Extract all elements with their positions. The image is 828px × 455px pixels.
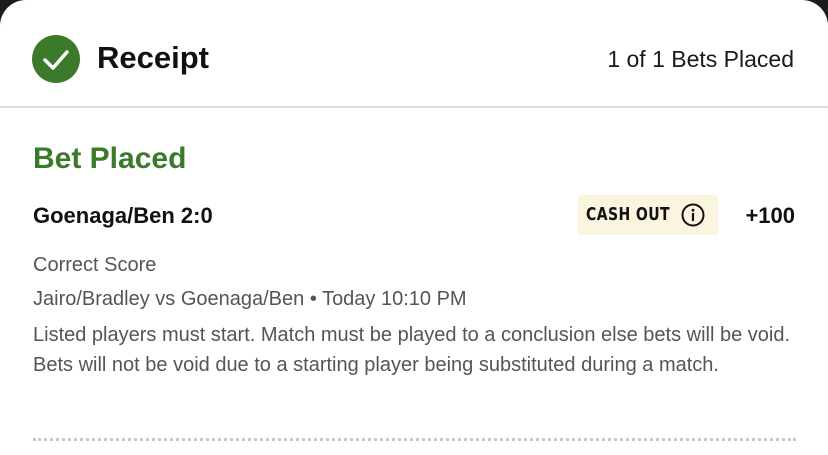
receipt-header: Receipt 1 of 1 Bets Placed — [0, 0, 828, 108]
bet-odds: +100 — [745, 203, 795, 228]
receipt-sheet: Receipt 1 of 1 Bets Placed Bet Placed Go… — [0, 0, 828, 455]
bet-status: Bet Placed — [33, 142, 187, 175]
bet-rules: Listed players must start. Match must be… — [33, 324, 791, 376]
checkmark-icon — [32, 35, 80, 83]
cash-out-label: CASH OUT — [586, 204, 670, 225]
event-line: Jairo/Bradley vs Goenaga/Ben • Today 10:… — [33, 286, 467, 312]
bet-selection: Goenaga/Ben 2:0 — [33, 203, 213, 228]
event-teams: Jairo/Bradley vs Goenaga/Ben — [33, 288, 305, 310]
bet-market: Correct Score — [33, 254, 157, 276]
receipt-title: Receipt — [97, 40, 209, 75]
bets-placed-count: 1 of 1 Bets Placed — [607, 46, 794, 72]
cash-out-button[interactable]: CASH OUT — [578, 195, 718, 235]
info-icon[interactable] — [681, 203, 705, 227]
event-time: Today 10:10 PM — [322, 288, 467, 310]
event-separator: • — [309, 288, 317, 310]
dotted-divider — [33, 438, 796, 441]
